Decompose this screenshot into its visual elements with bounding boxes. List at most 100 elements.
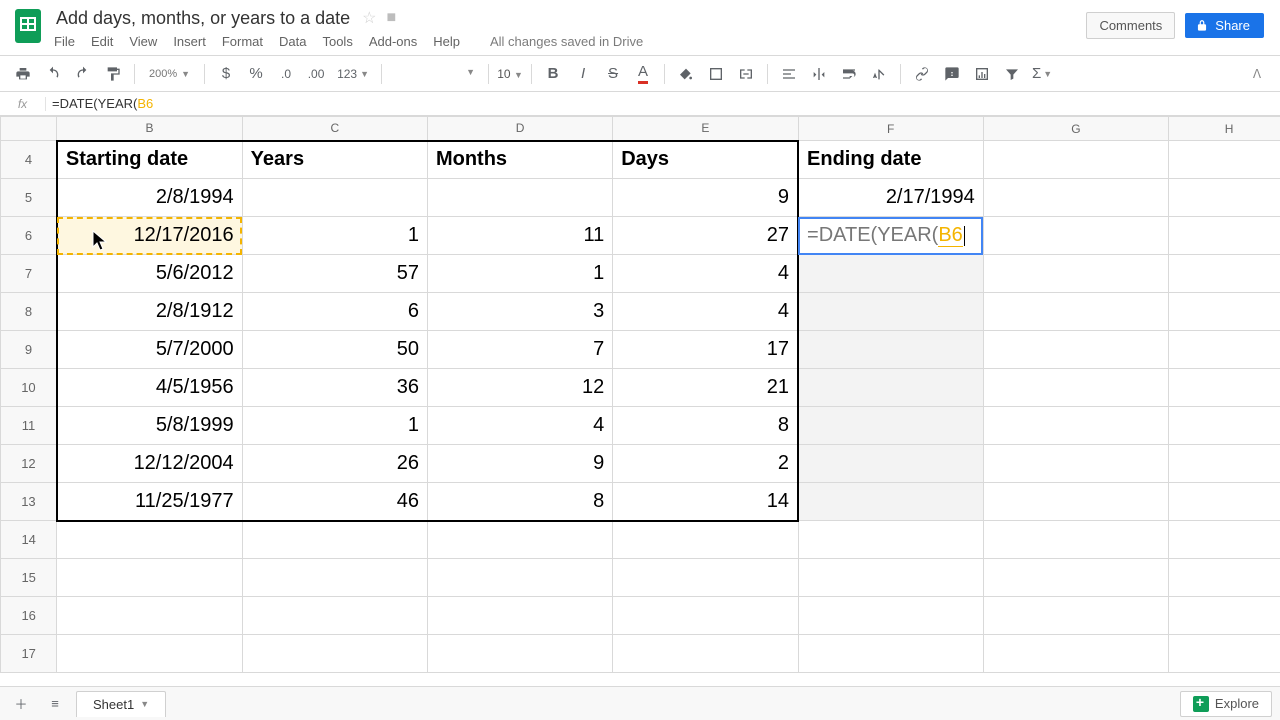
decrease-decimal-icon[interactable]: .0 bbox=[273, 61, 299, 87]
cell-F6[interactable]: =DATE(YEAR(B6 bbox=[798, 217, 983, 255]
fill-color-icon[interactable] bbox=[673, 61, 699, 87]
format-percent-icon[interactable]: % bbox=[243, 61, 269, 87]
cell-H17[interactable] bbox=[1169, 635, 1280, 673]
cell-E4[interactable]: Days bbox=[613, 141, 798, 179]
cell-H16[interactable] bbox=[1169, 597, 1280, 635]
insert-link-icon[interactable] bbox=[909, 61, 935, 87]
cell-E11[interactable]: 8 bbox=[613, 407, 798, 445]
cell-E17[interactable] bbox=[613, 635, 798, 673]
cell-H14[interactable] bbox=[1169, 521, 1280, 559]
cell-B12[interactable]: 12/12/2004 bbox=[57, 445, 242, 483]
column-header[interactable]: B bbox=[57, 117, 242, 141]
menu-view[interactable]: View bbox=[129, 34, 157, 49]
cell-D14[interactable] bbox=[427, 521, 612, 559]
cell-E14[interactable] bbox=[613, 521, 798, 559]
cell-B5[interactable]: 2/8/1994 bbox=[57, 179, 242, 217]
cell-F7[interactable] bbox=[798, 255, 983, 293]
italic-icon[interactable]: I bbox=[570, 61, 596, 87]
font-size-dropdown[interactable]: 10 ▼ bbox=[497, 67, 523, 81]
cell-G15[interactable] bbox=[983, 559, 1168, 597]
cell-D15[interactable] bbox=[427, 559, 612, 597]
cell-D5[interactable] bbox=[427, 179, 612, 217]
cell-C4[interactable]: Years bbox=[242, 141, 427, 179]
cell-B4[interactable]: Starting date bbox=[57, 141, 242, 179]
borders-icon[interactable] bbox=[703, 61, 729, 87]
column-header[interactable]: G bbox=[983, 117, 1168, 141]
share-button[interactable]: Share bbox=[1185, 13, 1264, 38]
cell-D10[interactable]: 12 bbox=[427, 369, 612, 407]
cell-C6[interactable]: 1 bbox=[242, 217, 427, 255]
cell-F16[interactable] bbox=[798, 597, 983, 635]
cell-D13[interactable]: 8 bbox=[427, 483, 612, 521]
cell-G12[interactable] bbox=[983, 445, 1168, 483]
insert-comment-icon[interactable] bbox=[939, 61, 965, 87]
cell-G7[interactable] bbox=[983, 255, 1168, 293]
column-header[interactable]: F bbox=[798, 117, 983, 141]
cell-C11[interactable]: 1 bbox=[242, 407, 427, 445]
cell-D16[interactable] bbox=[427, 597, 612, 635]
cell-C14[interactable] bbox=[242, 521, 427, 559]
cell-C12[interactable]: 26 bbox=[242, 445, 427, 483]
row-header[interactable]: 4 bbox=[1, 141, 57, 179]
menu-edit[interactable]: Edit bbox=[91, 34, 113, 49]
cell-H12[interactable] bbox=[1169, 445, 1280, 483]
cell-E16[interactable] bbox=[613, 597, 798, 635]
cell-H11[interactable] bbox=[1169, 407, 1280, 445]
cell-B10[interactable]: 4/5/1956 bbox=[57, 369, 242, 407]
cell-F5[interactable]: 2/17/1994 bbox=[798, 179, 983, 217]
column-header[interactable]: E bbox=[613, 117, 798, 141]
cell-F14[interactable] bbox=[798, 521, 983, 559]
column-header[interactable]: H bbox=[1169, 117, 1280, 141]
formula-input[interactable]: =DATE(YEAR(B6 bbox=[46, 96, 1280, 111]
cell-E15[interactable] bbox=[613, 559, 798, 597]
font-family-dropdown[interactable]: ▼ bbox=[390, 64, 480, 84]
row-header[interactable]: 15 bbox=[1, 559, 57, 597]
cell-G11[interactable] bbox=[983, 407, 1168, 445]
column-header[interactable]: C bbox=[242, 117, 427, 141]
cell-D12[interactable]: 9 bbox=[427, 445, 612, 483]
text-wrap-icon[interactable] bbox=[836, 61, 862, 87]
cell-B11[interactable]: 5/8/1999 bbox=[57, 407, 242, 445]
cell-C8[interactable]: 6 bbox=[242, 293, 427, 331]
explore-button[interactable]: Explore bbox=[1180, 691, 1272, 717]
cell-H13[interactable] bbox=[1169, 483, 1280, 521]
cell-C7[interactable]: 57 bbox=[242, 255, 427, 293]
move-folder-icon[interactable]: ■ bbox=[387, 9, 397, 27]
cell-H10[interactable] bbox=[1169, 369, 1280, 407]
cell-F10[interactable] bbox=[798, 369, 983, 407]
sheets-app-icon[interactable] bbox=[8, 6, 48, 46]
zoom-dropdown[interactable]: 200%▼ bbox=[143, 68, 196, 80]
cell-G9[interactable] bbox=[983, 331, 1168, 369]
cell-D11[interactable]: 4 bbox=[427, 407, 612, 445]
cell-F15[interactable] bbox=[798, 559, 983, 597]
menu-file[interactable]: File bbox=[54, 34, 75, 49]
cell-E8[interactable]: 4 bbox=[613, 293, 798, 331]
collapse-toolbar-icon[interactable]: ᐱ bbox=[1244, 61, 1270, 87]
text-color-icon[interactable]: A bbox=[630, 61, 656, 87]
cell-B6[interactable]: 12/17/2016 bbox=[57, 217, 242, 255]
cell-F8[interactable] bbox=[798, 293, 983, 331]
row-header[interactable]: 16 bbox=[1, 597, 57, 635]
cell-H15[interactable] bbox=[1169, 559, 1280, 597]
menu-help[interactable]: Help bbox=[433, 34, 460, 49]
cell-C16[interactable] bbox=[242, 597, 427, 635]
comments-button[interactable]: Comments bbox=[1086, 12, 1175, 39]
format-currency-icon[interactable]: $ bbox=[213, 61, 239, 87]
cell-H6[interactable] bbox=[1169, 217, 1280, 255]
cell-D17[interactable] bbox=[427, 635, 612, 673]
row-header[interactable]: 14 bbox=[1, 521, 57, 559]
undo-icon[interactable] bbox=[40, 61, 66, 87]
add-sheet-button[interactable]: ＋ bbox=[8, 691, 34, 717]
cell-B8[interactable]: 2/8/1912 bbox=[57, 293, 242, 331]
cell-F13[interactable] bbox=[798, 483, 983, 521]
more-formats-dropdown[interactable]: 123▼ bbox=[333, 61, 373, 87]
cell-H8[interactable] bbox=[1169, 293, 1280, 331]
cell-D7[interactable]: 1 bbox=[427, 255, 612, 293]
all-sheets-button[interactable]: ≡ bbox=[42, 691, 68, 717]
cell-E12[interactable]: 2 bbox=[613, 445, 798, 483]
cell-G13[interactable] bbox=[983, 483, 1168, 521]
row-header[interactable]: 11 bbox=[1, 407, 57, 445]
column-header[interactable] bbox=[1, 117, 57, 141]
cell-C9[interactable]: 50 bbox=[242, 331, 427, 369]
row-header[interactable]: 8 bbox=[1, 293, 57, 331]
